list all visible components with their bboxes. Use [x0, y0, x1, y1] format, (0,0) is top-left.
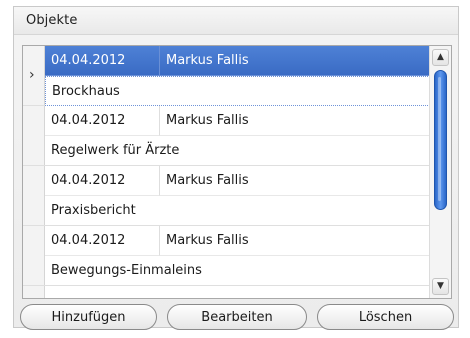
user-cell[interactable]: Markus Fallis [160, 226, 430, 256]
delete-button[interactable]: Löschen [317, 304, 454, 330]
add-button[interactable]: Hinzufügen [20, 304, 157, 330]
vertical-scrollbar[interactable]: ▲ ▼ [429, 46, 451, 298]
panel-title: Objekte [26, 13, 78, 28]
row-header[interactable]: › [23, 46, 45, 106]
date-cell[interactable]: 04.04.2012 [45, 226, 160, 256]
title-cell[interactable]: Praxisbericht [45, 196, 430, 226]
title-cell[interactable]: Bewegungs-Einmaleins [45, 256, 430, 286]
grid-record[interactable]: 04.04.2012 Markus Fallis Bewegungs-Einma… [45, 226, 430, 286]
objects-panel: Objekte › 04.04.2012 Markus Fallis Brock… [13, 6, 459, 328]
grid-record[interactable]: 04.04.2012 Markus Fallis Brockhaus [45, 46, 430, 106]
row-header[interactable] [23, 166, 45, 226]
row-header[interactable] [23, 226, 45, 286]
row-header-column: › [23, 46, 45, 298]
triangle-down-icon[interactable]: ▼ [432, 278, 449, 295]
grid-record[interactable]: 04.04.2012 Markus Fallis Regelwerk für Ä… [45, 106, 430, 166]
chevron-right-icon: › [29, 67, 35, 83]
title-cell[interactable]: Regelwerk für Ärzte [45, 136, 430, 166]
scrollbar-thumb[interactable] [434, 70, 447, 210]
date-cell[interactable]: 04.04.2012 [45, 46, 160, 76]
date-cell[interactable]: 04.04.2012 [45, 166, 160, 196]
title-cell[interactable]: Brockhaus [45, 76, 430, 106]
panel-header: Objekte [14, 7, 458, 35]
row-header[interactable] [23, 106, 45, 166]
triangle-up-icon[interactable]: ▲ [432, 49, 449, 66]
grid-record[interactable]: 04.04.2012 Markus Fallis Praxisbericht [45, 166, 430, 226]
objects-grid[interactable]: › 04.04.2012 Markus Fallis Brockhaus 04.… [22, 45, 452, 299]
grid-rows: 04.04.2012 Markus Fallis Brockhaus 04.04… [45, 46, 430, 298]
date-cell[interactable]: 04.04.2012 [45, 106, 160, 136]
edit-button[interactable]: Bearbeiten [167, 304, 307, 330]
user-cell[interactable]: Markus Fallis [160, 106, 430, 136]
user-cell[interactable]: Markus Fallis [160, 166, 430, 196]
user-cell[interactable]: Markus Fallis [160, 46, 430, 76]
